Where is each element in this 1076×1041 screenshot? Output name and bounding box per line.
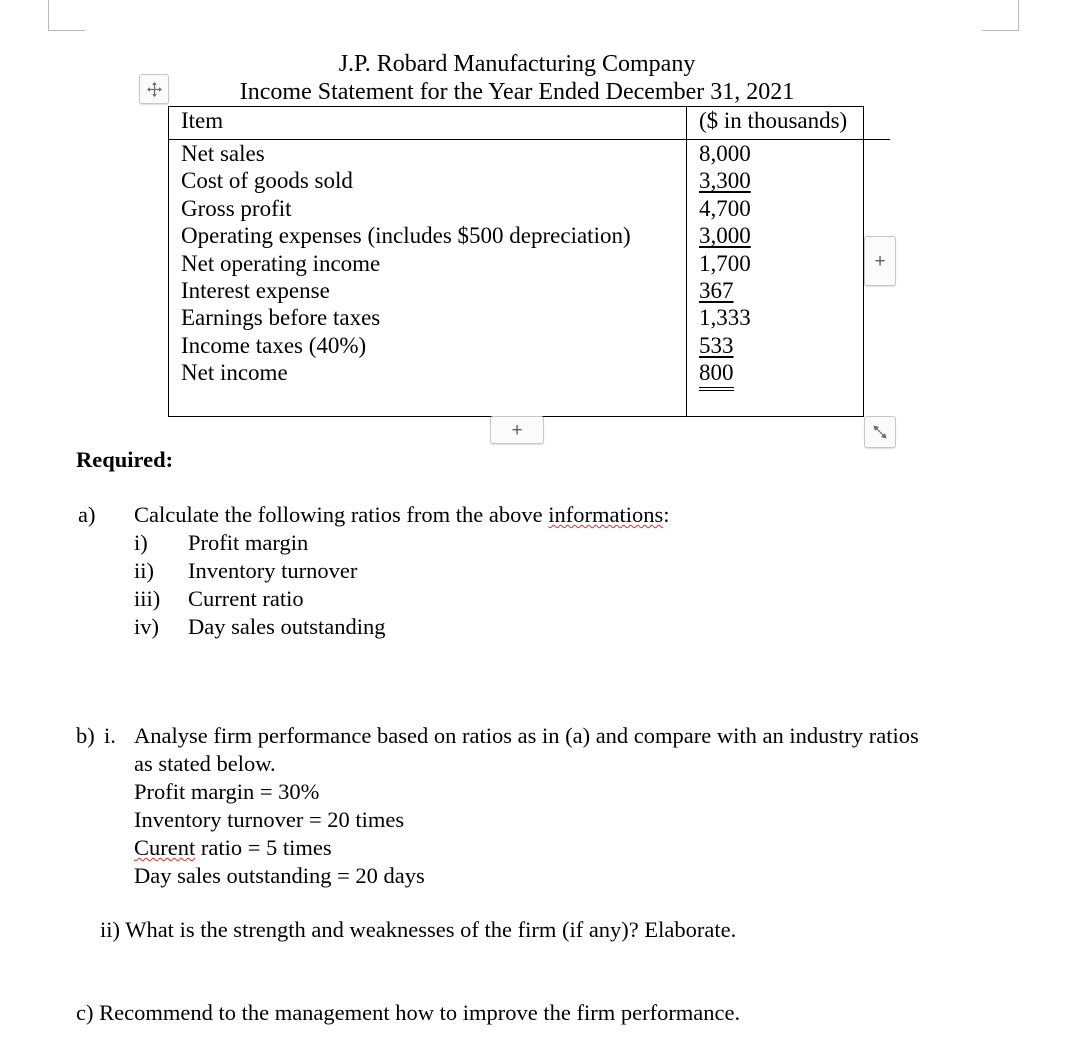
misspelled-word-curent: Curent	[134, 835, 196, 860]
row-value: 4,700	[686, 194, 890, 223]
part-a-item-label: Current ratio	[188, 586, 304, 611]
row-value: 367	[686, 277, 890, 305]
part-b-sub-ii: ii) What is the strength and weaknesses …	[100, 917, 737, 942]
row-label: Operating expenses (includes $500 deprec…	[181, 223, 631, 249]
table-header-item: Item	[169, 107, 687, 140]
table-row: Income taxes (40%) 533	[169, 331, 890, 360]
table-row: Net operating income 1,700	[169, 249, 890, 278]
part-a-item-marker: iii)	[134, 586, 161, 611]
total-value-wrapper: 800	[699, 361, 734, 391]
row-value: 3,000	[686, 222, 890, 250]
table-row: Net income 800	[169, 359, 890, 391]
row-label: Net operating income	[181, 250, 381, 276]
table-header-value: ($ in thousands)	[686, 107, 890, 140]
plus-icon: +	[874, 250, 886, 272]
required-heading: Required:	[76, 447, 174, 472]
table-row: Earnings before taxes 1,333	[169, 304, 890, 332]
document-page: J.P. Robard Manufacturing Company Income…	[0, 0, 1076, 1041]
part-a-text-before: Calculate the following ratios from the …	[134, 502, 549, 527]
industry-ratio-profit-margin: Profit margin = 30%	[134, 779, 320, 804]
industry-ratio-current-ratio: Curent ratio = 5 times	[134, 834, 332, 863]
table-row: Interest expense 367	[169, 277, 890, 305]
row-label: Gross profit	[181, 195, 292, 221]
part-a-marker: a)	[78, 502, 96, 527]
part-b-line-1: Analyse firm performance based on ratios…	[134, 723, 919, 748]
value-text: 367	[699, 278, 734, 304]
industry-ratio-inventory-turnover: Inventory turnover = 20 times	[134, 807, 405, 832]
row-value: 1,700	[686, 249, 890, 278]
empty-cell-value	[686, 390, 890, 416]
income-statement-table: Item ($ in thousands) Net sales 8,000 Co…	[168, 106, 890, 417]
part-b-sub-marker-i: i.	[104, 723, 116, 748]
row-value: 533	[686, 331, 890, 360]
title-text-2: Income Statement for the Year Ended Dece…	[239, 79, 795, 105]
misspelled-word-informations: informations	[548, 502, 664, 527]
table-row: Operating expenses (includes $500 deprec…	[169, 222, 890, 250]
table-row: Gross profit 4,700	[169, 194, 890, 223]
row-value: 3,300	[686, 167, 890, 195]
plus-icon: +	[511, 419, 523, 441]
part-c-text: c) Recommend to the management how to im…	[76, 1000, 741, 1025]
part-a-item-label: Inventory turnover	[188, 558, 358, 583]
row-value: 8,000	[686, 139, 890, 168]
row-label: Income taxes (40%)	[181, 332, 367, 358]
value-text: 800	[699, 361, 734, 388]
row-value: 1,333	[686, 304, 890, 332]
table-row: Net sales 8,000	[169, 139, 890, 168]
part-b-marker: b)	[76, 723, 95, 748]
row-value-total: 800	[686, 359, 890, 391]
value-text: 1,700	[699, 250, 751, 276]
title-text-1: J.P. Robard Manufacturing Company	[338, 51, 696, 77]
table-row: Cost of goods sold 3,300	[169, 167, 890, 195]
value-text: 1,333	[699, 305, 751, 331]
part-a-text: Calculate the following ratios from the …	[134, 501, 670, 530]
part-b-line-2: as stated below.	[134, 751, 276, 776]
insert-column-button[interactable]: +	[864, 236, 896, 286]
value-text: 533	[699, 332, 734, 358]
table-move-handle[interactable]	[139, 74, 169, 104]
part-a-text-after: :	[663, 502, 670, 527]
value-text: 8,000	[699, 141, 751, 166]
row-label: Net sales	[181, 141, 265, 166]
row-label: Cost of goods sold	[181, 168, 353, 194]
table-empty-row	[169, 390, 890, 416]
value-text: 4,700	[699, 195, 751, 221]
industry-ratio-day-sales-outstanding: Day sales outstanding = 20 days	[134, 863, 425, 888]
title-line-2: Income Statement for the Year Ended Dece…	[168, 78, 866, 106]
page-margin-marker-top-right	[982, 0, 1019, 31]
part-a-item-label: Profit margin	[188, 530, 309, 555]
table-header-row: Item ($ in thousands)	[169, 107, 890, 140]
row-label: Earnings before taxes	[181, 305, 381, 331]
part-a-item-label: Day sales outstanding	[188, 614, 386, 639]
part-a-item-marker: i)	[134, 530, 148, 555]
value-text: 3,300	[699, 168, 751, 194]
value-text: 3,000	[699, 223, 751, 249]
row-label: Net income	[181, 360, 288, 386]
table-resize-handle[interactable]	[864, 416, 896, 448]
title-line-1: J.P. Robard Manufacturing Company	[168, 50, 866, 78]
empty-cell-item	[169, 391, 687, 416]
industry-ratio-current-rest: ratio = 5 times	[195, 835, 332, 860]
page-margin-marker-top-left	[48, 0, 85, 31]
part-a-item-marker: ii)	[134, 558, 154, 583]
row-label: Interest expense	[181, 278, 330, 304]
part-a-item-marker: iv)	[134, 614, 159, 639]
insert-row-button[interactable]: +	[490, 416, 544, 444]
document-title: J.P. Robard Manufacturing Company Income…	[168, 50, 866, 106]
